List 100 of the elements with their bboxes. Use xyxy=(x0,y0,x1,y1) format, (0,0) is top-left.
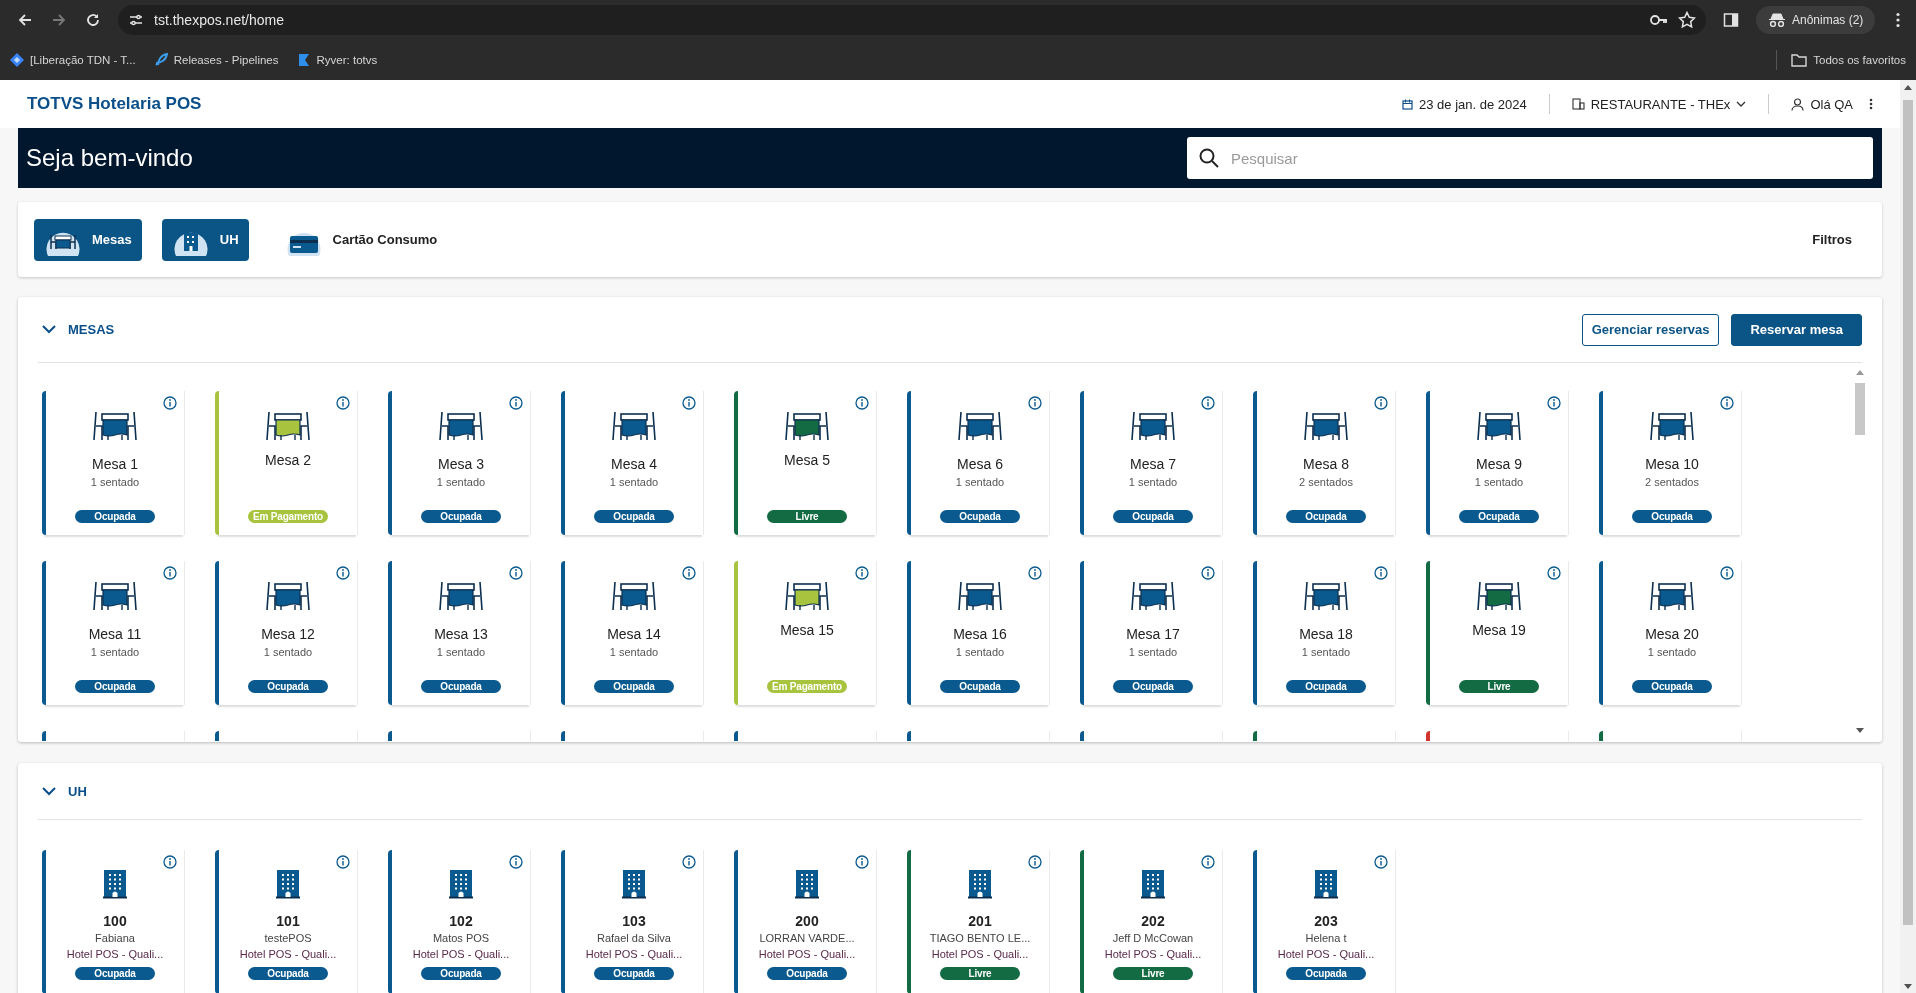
side-panel-icon[interactable] xyxy=(1723,12,1739,28)
bookmark[interactable]: [Liberação TDN - T... xyxy=(10,53,136,67)
room-card[interactable]: 201 TIAGO BENTO LE... Hotel POS - Quali... Livre xyxy=(907,850,1050,993)
bookmark[interactable]: Releases - Pipelines xyxy=(153,53,279,67)
filter-tab[interactable]: UH xyxy=(161,218,249,261)
info-icon[interactable] xyxy=(1028,396,1042,410)
scroll-down-icon[interactable] xyxy=(1904,984,1912,989)
room-card[interactable]: 200 LORRAN VARDE... Hotel POS - Quali... Ocupada xyxy=(734,850,877,993)
filter-tab[interactable]: Mesas xyxy=(34,218,142,261)
info-icon[interactable] xyxy=(1374,566,1388,580)
menu-icon[interactable] xyxy=(1896,12,1901,28)
info-icon[interactable] xyxy=(1374,855,1388,869)
table-card[interactable]: Mesa 10 2 sentados Ocupada xyxy=(1599,391,1742,535)
back-icon[interactable] xyxy=(17,12,33,28)
reserve-button[interactable]: Reservar mesa xyxy=(1731,313,1862,346)
chevron-down-icon[interactable] xyxy=(42,786,56,796)
info-icon[interactable] xyxy=(1547,566,1561,580)
info-icon[interactable] xyxy=(682,855,696,869)
info-icon[interactable] xyxy=(1201,396,1215,410)
reload-icon[interactable] xyxy=(85,12,101,28)
table-icon xyxy=(611,410,657,442)
info-icon[interactable] xyxy=(682,566,696,580)
info-icon[interactable] xyxy=(855,855,869,869)
table-card[interactable]: Mesa 4 1 sentado Ocupada xyxy=(561,391,704,535)
table-card[interactable]: Mesa 16 1 sentado Ocupada xyxy=(907,561,1050,705)
guest-name: testePOS xyxy=(264,932,312,944)
room-number: 202 xyxy=(1141,913,1165,929)
table-card[interactable]: Mesa 14 1 sentado Ocupada xyxy=(561,561,704,705)
table-card[interactable]: Mesa 13 1 sentado Ocupada xyxy=(388,561,531,705)
info-icon[interactable] xyxy=(1201,566,1215,580)
star-icon[interactable] xyxy=(1678,11,1696,29)
status-badge: Ocupada xyxy=(75,680,155,693)
all-bookmarks[interactable]: Todos os favoritos xyxy=(1791,53,1906,67)
info-icon[interactable] xyxy=(509,396,523,410)
more-icon[interactable] xyxy=(1869,98,1873,110)
search-field[interactable]: Pesquisar xyxy=(1187,137,1873,179)
info-icon[interactable] xyxy=(1201,855,1215,869)
user-menu[interactable]: Olá QA xyxy=(1791,96,1853,112)
table-card[interactable]: Mesa 1 1 sentado Ocupada xyxy=(42,391,185,535)
room-card[interactable]: 202 Jeff D McCowan Hotel POS - Quali... Livre xyxy=(1080,850,1223,993)
info-icon[interactable] xyxy=(336,396,350,410)
scrollbar-thumb[interactable] xyxy=(1855,383,1865,435)
scroll-down-icon[interactable] xyxy=(1856,728,1864,733)
filters-link[interactable]: Filtros xyxy=(1812,232,1852,247)
table-card[interactable]: Mesa 7 1 sentado Ocupada xyxy=(1080,391,1223,535)
info-icon[interactable] xyxy=(163,396,177,410)
room-card[interactable]: 100 Fabiana Hotel POS - Quali... Ocupada xyxy=(42,850,185,993)
info-icon[interactable] xyxy=(855,396,869,410)
room-card[interactable]: 203 Helena t Hotel POS - Quali... Ocupada xyxy=(1253,850,1396,993)
info-icon[interactable] xyxy=(855,566,869,580)
user-icon xyxy=(1791,97,1805,111)
forward-icon[interactable] xyxy=(51,12,67,28)
info-icon[interactable] xyxy=(1547,396,1561,410)
key-icon[interactable] xyxy=(1650,13,1668,27)
status-badge: Ocupada xyxy=(75,510,155,523)
table-card[interactable]: Mesa 12 1 sentado Ocupada xyxy=(215,561,358,705)
profile-chip[interactable]: Anônimas (2) xyxy=(1756,6,1876,34)
table-card[interactable]: Mesa 2 Em Pagamento xyxy=(215,391,358,535)
info-icon[interactable] xyxy=(682,396,696,410)
table-card[interactable]: Mesa 18 1 sentado Ocupada xyxy=(1253,561,1396,705)
scroll-up-icon[interactable] xyxy=(1904,85,1912,90)
info-icon[interactable] xyxy=(163,566,177,580)
address-bar[interactable]: tst.thexpos.net/home xyxy=(118,5,1706,35)
site-info-icon[interactable] xyxy=(128,12,144,28)
manage-button[interactable]: Gerenciar reservas xyxy=(1581,313,1720,346)
info-icon[interactable] xyxy=(1720,396,1734,410)
info-icon[interactable] xyxy=(336,566,350,580)
table-card[interactable]: Mesa 5 Livre xyxy=(734,391,877,535)
table-card[interactable]: Mesa 17 1 sentado Ocupada xyxy=(1080,561,1223,705)
hotel-name: Hotel POS - Quali... xyxy=(931,948,1029,960)
scrollbar[interactable] xyxy=(1903,100,1913,925)
table-card[interactable]: Mesa 20 1 sentado Ocupada xyxy=(1599,561,1742,705)
table-icon xyxy=(1476,580,1522,612)
chevron-down-icon[interactable] xyxy=(42,325,56,334)
hotel-name: Hotel POS - Quali... xyxy=(412,948,510,960)
table-card[interactable]: Mesa 6 1 sentado Ocupada xyxy=(907,391,1050,535)
info-icon[interactable] xyxy=(1028,855,1042,869)
location-select[interactable]: RESTAURANTE - THEx xyxy=(1571,96,1747,112)
table-card[interactable]: Mesa 15 Em Pagamento xyxy=(734,561,877,705)
filter-tab[interactable]: Cartão Consumo xyxy=(274,218,448,261)
info-icon[interactable] xyxy=(1720,566,1734,580)
info-icon[interactable] xyxy=(1028,566,1042,580)
table-card[interactable]: Mesa 9 1 sentado Ocupada xyxy=(1426,391,1569,535)
table-card[interactable]: Mesa 3 1 sentado Ocupada xyxy=(388,391,531,535)
building-icon xyxy=(1571,98,1585,110)
room-card[interactable]: 102 Matos POS Hotel POS - Quali... Ocupada xyxy=(388,850,531,993)
table-card[interactable]: Mesa 8 2 sentados Ocupada xyxy=(1253,391,1396,535)
info-icon[interactable] xyxy=(509,566,523,580)
seated-count: 1 sentado xyxy=(955,646,1005,658)
table-card[interactable]: Mesa 19 Livre xyxy=(1426,561,1569,705)
room-card[interactable]: 103 Rafael da Silva Hotel POS - Quali... Ocupada xyxy=(561,850,704,993)
info-icon[interactable] xyxy=(509,855,523,869)
building-icon xyxy=(103,869,127,899)
room-card[interactable]: 101 testePOS Hotel POS - Quali... Ocupada xyxy=(215,850,358,993)
bookmark[interactable]: Ryver: totvs xyxy=(296,53,378,67)
seated-count: 1 sentado xyxy=(955,476,1005,488)
info-icon[interactable] xyxy=(1374,396,1388,410)
info-icon[interactable] xyxy=(336,855,350,869)
table-card[interactable]: Mesa 11 1 sentado Ocupada xyxy=(42,561,185,705)
info-icon[interactable] xyxy=(163,855,177,869)
